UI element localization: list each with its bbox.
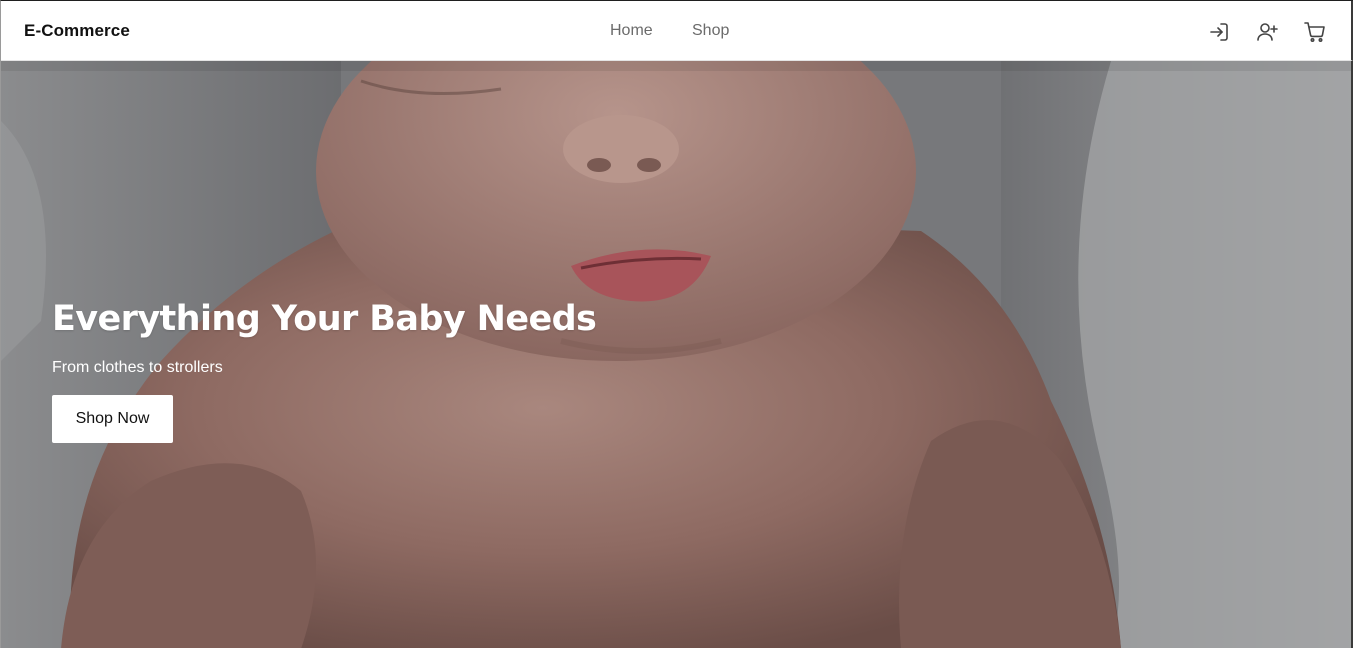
nav-link-home[interactable]: Home — [610, 22, 653, 40]
hero-banner: Everything Your Baby Needs From clothes … — [1, 61, 1353, 648]
nav-link-shop[interactable]: Shop — [692, 22, 729, 40]
navbar: E-Commerce Home Shop — [1, 1, 1353, 61]
login-icon[interactable] — [1206, 19, 1232, 45]
hero-title: Everything Your Baby Needs — [52, 299, 597, 339]
shop-now-button[interactable]: Shop Now — [52, 395, 173, 443]
hero-background-image — [1, 61, 1353, 648]
user-plus-icon[interactable] — [1254, 19, 1280, 45]
cart-icon[interactable] — [1302, 19, 1328, 45]
page: E-Commerce Home Shop Everything Your Bab… — [0, 0, 1353, 648]
hero-subtitle: From clothes to strollers — [52, 359, 223, 376]
brand-logo[interactable]: E-Commerce — [24, 21, 130, 41]
